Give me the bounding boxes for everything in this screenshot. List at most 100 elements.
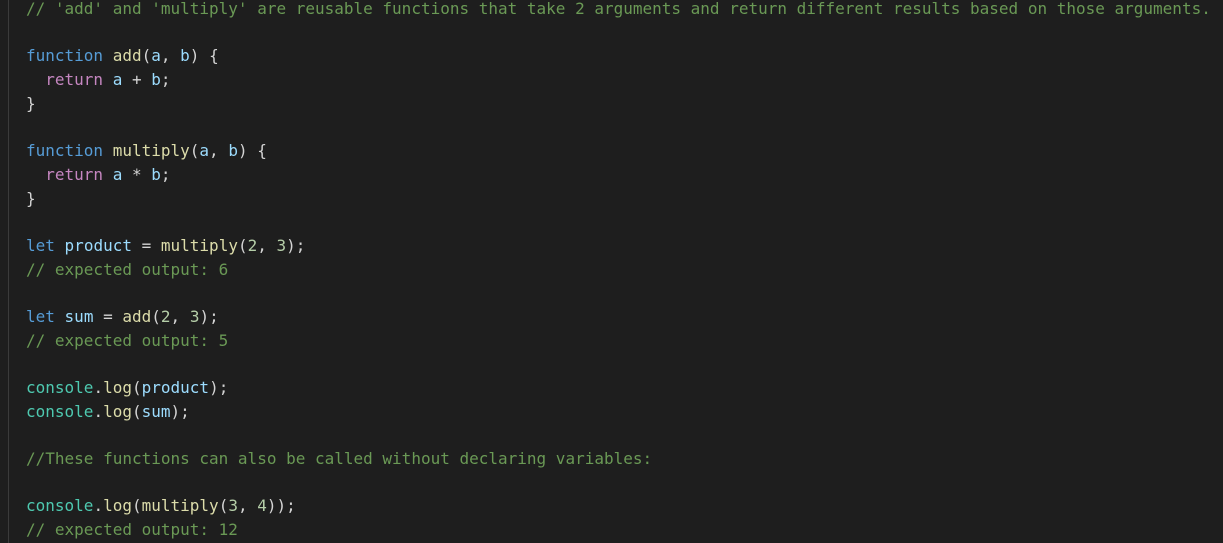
code-token: a: [112, 164, 123, 184]
code-token: let: [26, 306, 55, 326]
code-token: 3: [228, 496, 238, 516]
code-token: return: [45, 164, 104, 184]
code-token: .: [93, 496, 104, 516]
code-token: (: [131, 496, 142, 516]
code-token: b: [228, 141, 238, 161]
code-token: (: [237, 235, 248, 255]
code-token: function: [26, 46, 104, 66]
code-area[interactable]: // 'add' and 'multiply' are reusable fun…: [26, 0, 1211, 542]
code-token: // expected output: 5: [26, 330, 229, 350]
code-line[interactable]: //These functions can also be called wit…: [26, 447, 1211, 471]
code-token: b: [180, 46, 190, 66]
code-token: ,: [160, 46, 181, 66]
code-token: a: [112, 70, 123, 90]
code-line[interactable]: [26, 21, 1211, 45]
code-line[interactable]: console.log(product);: [26, 376, 1211, 400]
code-token: .: [93, 378, 104, 397]
code-token: let: [26, 235, 55, 255]
code-token: console: [26, 378, 94, 397]
code-token: (: [189, 141, 200, 161]
code-token: =: [131, 235, 161, 255]
code-line[interactable]: // 'add' and 'multiply' are reusable fun…: [26, 0, 1211, 21]
code-token: b: [151, 164, 161, 184]
code-editor[interactable]: // 'add' and 'multiply' are reusable fun…: [0, 0, 1223, 543]
code-token: multiply: [112, 141, 190, 161]
code-token: (: [131, 378, 142, 397]
code-token: );: [209, 378, 229, 397]
code-token: product: [141, 378, 210, 397]
code-line[interactable]: let sum = add(2, 3);: [26, 305, 1211, 329]
code-token: );: [286, 235, 306, 255]
code-token: ));: [266, 496, 296, 516]
code-token: 2: [160, 306, 171, 326]
code-token: }: [26, 188, 36, 208]
code-token: log: [103, 378, 132, 397]
code-token: multiply: [160, 235, 238, 255]
code-token: 2: [247, 235, 258, 255]
code-token: ;: [160, 70, 171, 90]
code-line[interactable]: [26, 423, 1211, 447]
code-token: *: [122, 164, 152, 184]
code-line[interactable]: }: [26, 187, 1211, 211]
code-token: .: [93, 401, 104, 421]
code-token: console: [26, 496, 94, 516]
code-line[interactable]: console.log(sum);: [26, 400, 1211, 424]
code-token: sum: [141, 401, 171, 421]
code-token: console: [26, 401, 94, 421]
code-line[interactable]: let product = multiply(2, 3);: [26, 234, 1211, 258]
code-token: ,: [170, 306, 190, 326]
code-token: product: [64, 235, 132, 255]
code-line[interactable]: // expected output: 12: [26, 518, 1211, 542]
code-token: b: [151, 70, 161, 90]
code-token: ,: [209, 141, 229, 161]
code-line[interactable]: function add(a, b) {: [26, 44, 1211, 68]
code-line[interactable]: // expected output: 5: [26, 329, 1211, 353]
code-token: add: [112, 46, 142, 66]
code-line[interactable]: console.log(multiply(3, 4));: [26, 494, 1211, 518]
code-line[interactable]: [26, 115, 1211, 139]
code-token: (: [131, 401, 142, 421]
code-line[interactable]: // expected output: 6: [26, 258, 1211, 282]
code-line[interactable]: return a + b;: [26, 68, 1211, 92]
code-token: 4: [257, 496, 267, 516]
code-token: // expected output: 6: [26, 259, 229, 279]
code-token: return: [45, 70, 104, 90]
code-token: +: [122, 70, 152, 90]
code-token: // 'add' and 'multiply' are reusable fun…: [26, 0, 1211, 18]
code-token: log: [103, 401, 132, 421]
code-line[interactable]: return a * b;: [26, 163, 1211, 187]
code-token: log: [103, 496, 132, 516]
code-line[interactable]: [26, 210, 1211, 234]
code-token: //These functions can also be called wit…: [26, 449, 653, 469]
indent-guide: [8, 0, 9, 543]
code-token: // expected output: 12: [26, 520, 238, 540]
code-token: function: [26, 141, 104, 161]
code-line[interactable]: }: [26, 92, 1211, 116]
code-token: ;: [160, 164, 171, 184]
code-token: a: [199, 141, 210, 161]
code-token: (: [141, 46, 152, 66]
code-token: );: [170, 401, 190, 421]
code-token: );: [199, 306, 219, 326]
code-line[interactable]: function multiply(a, b) {: [26, 139, 1211, 163]
code-token: 3: [189, 306, 200, 326]
code-line[interactable]: [26, 471, 1211, 495]
code-token: multiply: [141, 496, 219, 516]
code-token: =: [93, 306, 123, 326]
code-line[interactable]: [26, 352, 1211, 376]
code-token: ) {: [189, 46, 219, 66]
code-token: ,: [237, 496, 258, 516]
code-token: ,: [257, 235, 277, 255]
code-token: add: [122, 306, 152, 326]
code-token: 3: [276, 235, 287, 255]
code-line[interactable]: [26, 281, 1211, 305]
code-token: ) {: [237, 141, 267, 161]
